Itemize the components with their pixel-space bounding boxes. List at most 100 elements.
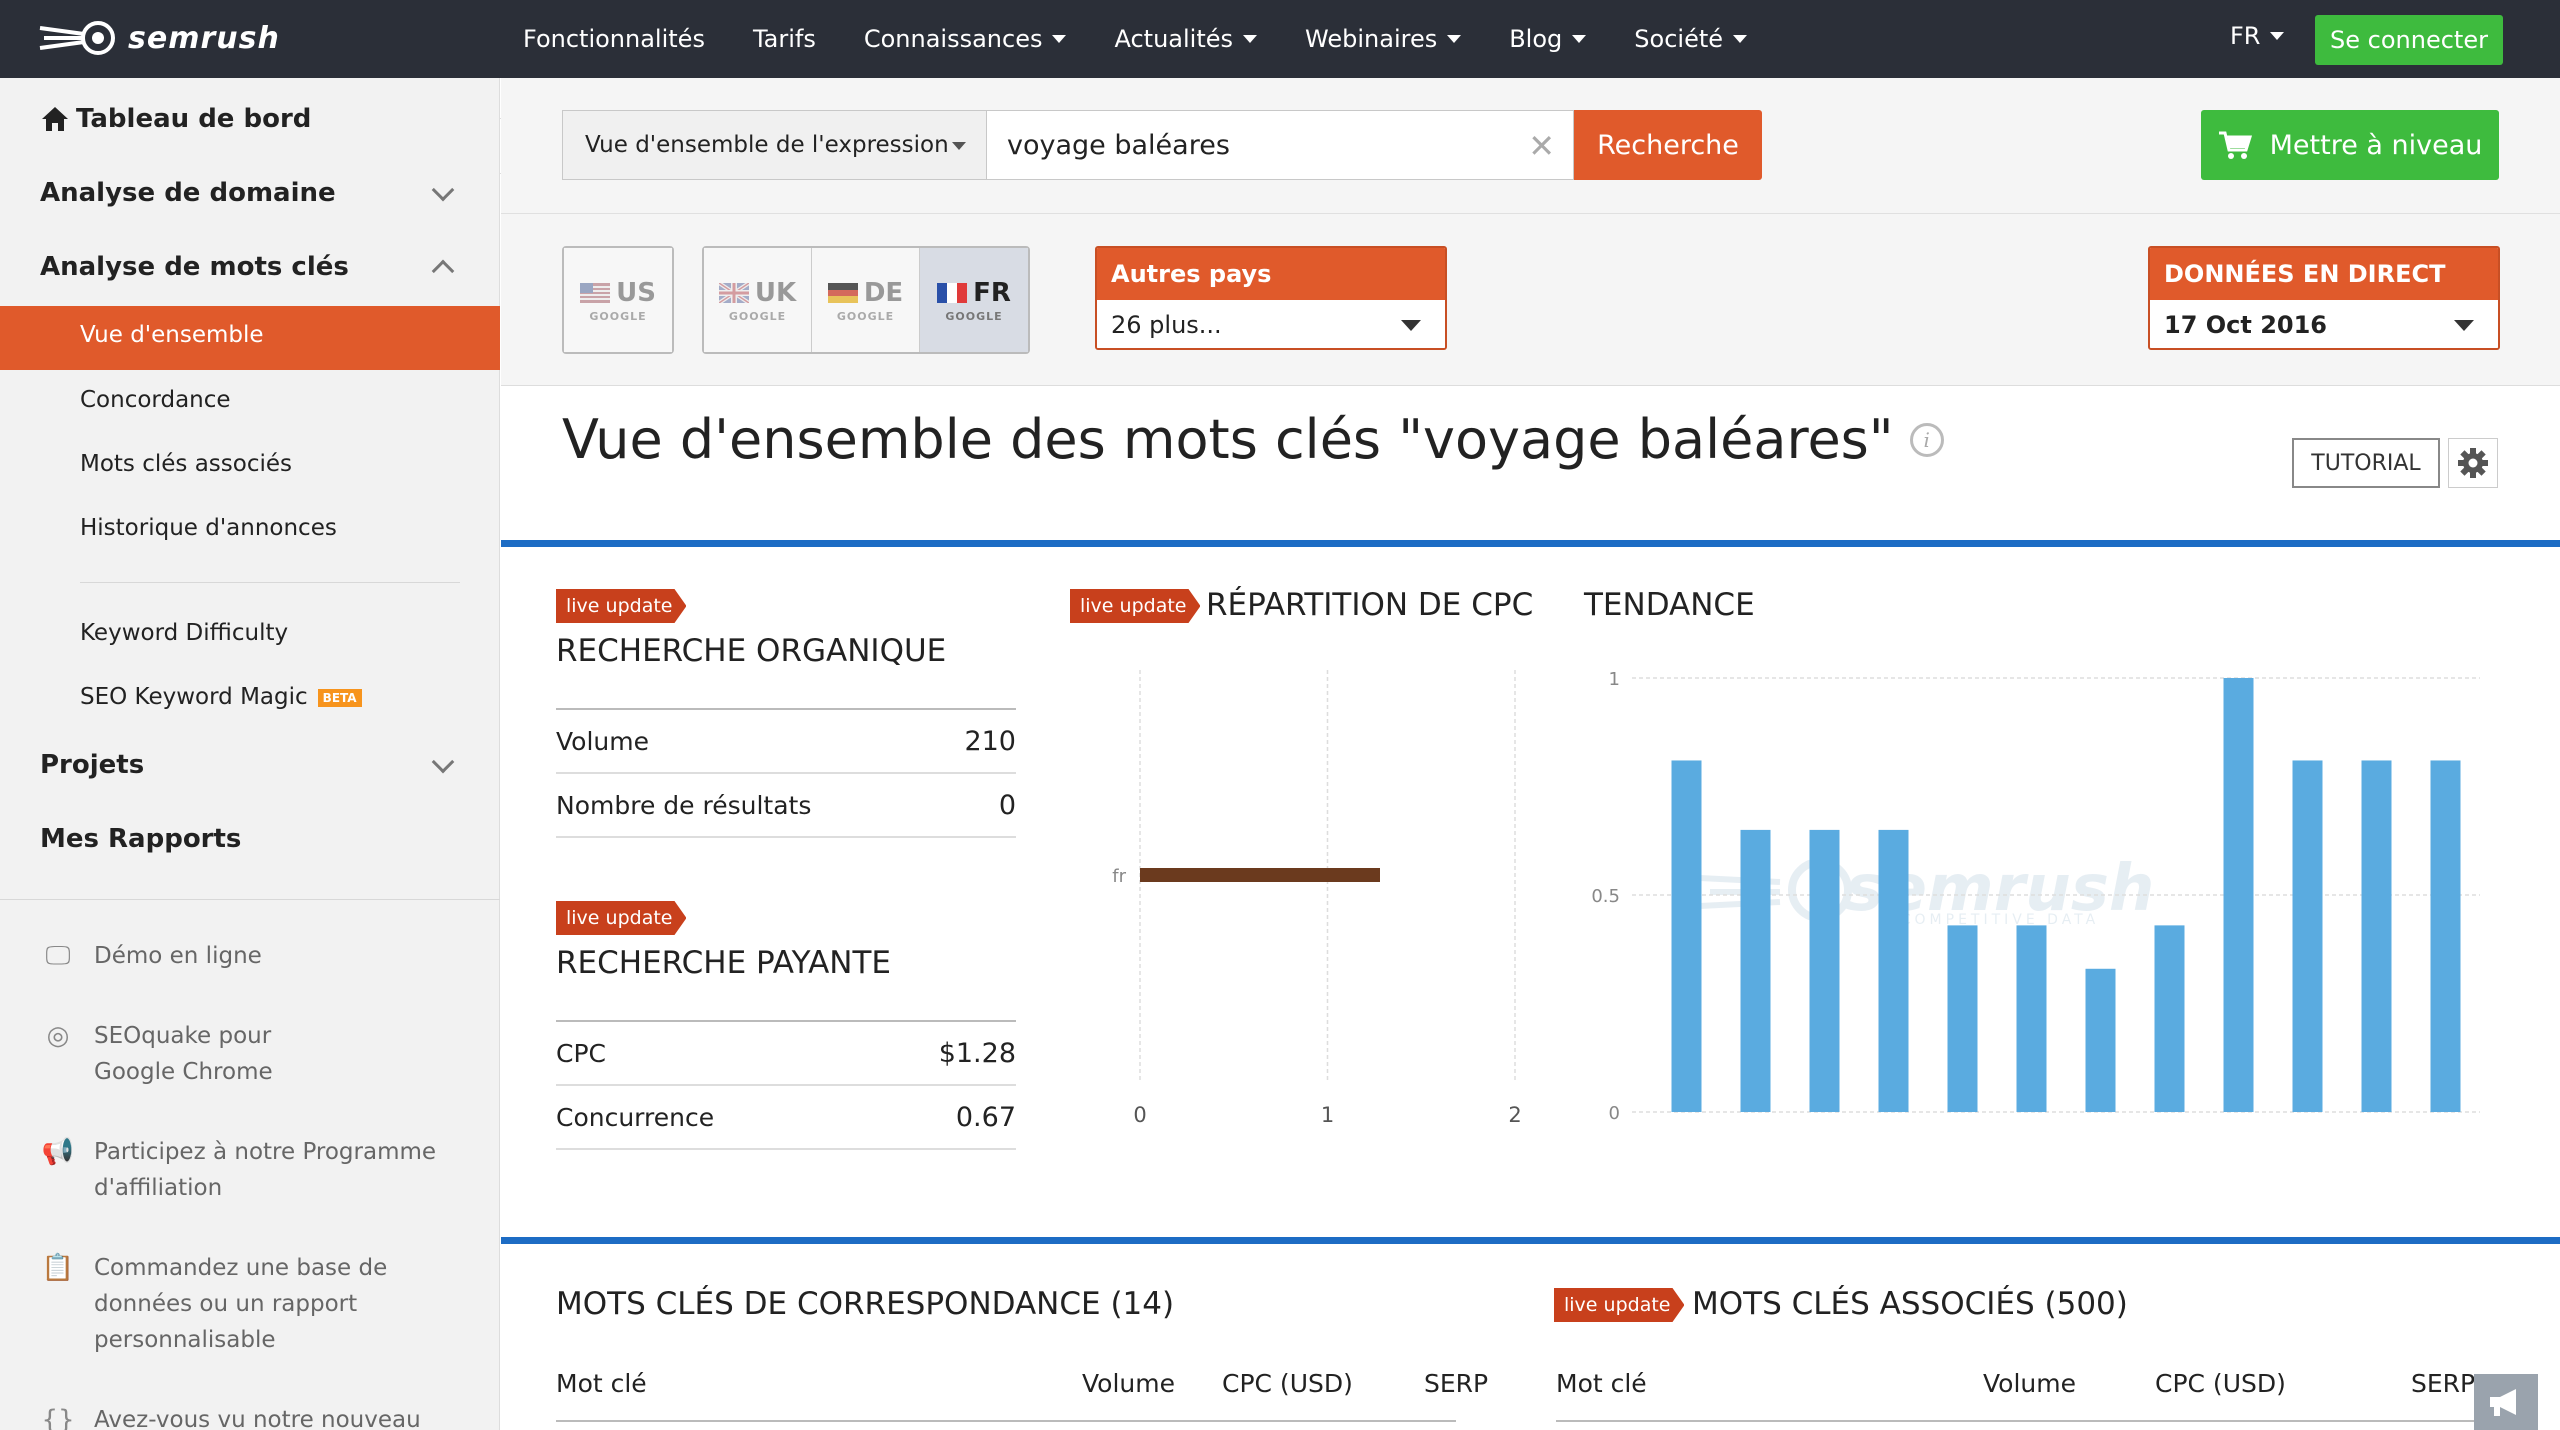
trend-bar	[2223, 678, 2254, 1112]
sidebar-item-ad-history[interactable]: Historique d'annonces	[80, 515, 337, 541]
sidebar-link-new[interactable]: {} Avez-vous vu notre nouveau	[40, 1402, 421, 1430]
sidebar-item-keyword-difficulty[interactable]: Keyword Difficulty	[80, 620, 288, 646]
database-engine: GOOGLE	[945, 309, 1003, 323]
trend-bar	[2430, 760, 2461, 1112]
chevron-down-icon	[2270, 32, 2285, 40]
sidebar-link-seoquake-text: SEOquake pour Google Chrome	[94, 1023, 273, 1085]
sidebar-item-dashboard[interactable]: Tableau de bord	[40, 104, 311, 134]
match-col-volume[interactable]: Volume	[1082, 1369, 1175, 1398]
organic-row-results: Nombre de résultats 0	[556, 774, 1016, 838]
related-col-volume[interactable]: Volume	[1983, 1369, 2076, 1398]
nav-item[interactable]: Connaissances	[864, 25, 1067, 53]
other-countries-dropdown[interactable]: Autres pays 26 plus...	[1095, 246, 1447, 350]
chevron-down-icon	[1447, 35, 1462, 43]
home-icon	[42, 107, 68, 131]
sidebar-link-custom-report-text: Commandez une base de données ou un rappo…	[94, 1255, 388, 1353]
paid-row-cpc: CPC $1.28	[556, 1022, 1016, 1086]
monitor-icon: 🖵	[45, 941, 71, 971]
trend-bar	[2154, 925, 2185, 1112]
info-icon[interactable]: i	[1909, 422, 1944, 457]
y-category-label: fr	[1112, 866, 1126, 887]
nav-item-label: Blog	[1509, 25, 1563, 53]
sidebar-label-keyword-analysis: Analyse de mots clés	[40, 252, 349, 282]
match-col-serp[interactable]: SERP	[1424, 1369, 1488, 1398]
other-countries-title: Autres pays	[1097, 248, 1445, 300]
chevron-down-icon	[1572, 35, 1587, 43]
nav-item[interactable]: Tarifs	[753, 25, 816, 53]
sidebar-item-overview[interactable]: Vue d'ensemble	[0, 306, 500, 370]
sidebar-item-keyword-magic[interactable]: SEO Keyword Magic BETA	[80, 684, 362, 710]
sidebar-link-seoquake[interactable]: ◎ SEOquake pour Google Chrome	[40, 1018, 273, 1090]
row-value: 0	[998, 789, 1016, 821]
trend-bar	[1740, 829, 1771, 1112]
related-col-serp[interactable]: SERP	[2411, 1369, 2475, 1398]
sidebar-label-dashboard: Tableau de bord	[76, 104, 312, 134]
database-de-button[interactable]: DE GOOGLE	[812, 248, 920, 352]
feedback-button[interactable]	[2474, 1374, 2538, 1430]
tutorial-button[interactable]: TUTORIAL	[2292, 438, 2440, 488]
search-button[interactable]: Recherche	[1574, 110, 1762, 180]
logo-text: semrush	[128, 20, 280, 56]
report-type-label: Vue d'ensemble de l'expression	[585, 132, 949, 158]
database-code: US	[616, 277, 656, 308]
database-code: FR	[973, 277, 1011, 308]
sidebar-link-affiliate[interactable]: 📢 Participez à notre Programme d'affiliat…	[40, 1134, 436, 1206]
sidebar-item-projects[interactable]: Projets	[40, 750, 144, 780]
login-button[interactable]: Se connecter	[2315, 15, 2503, 65]
fireball-icon	[39, 21, 115, 55]
report-type-select[interactable]: Vue d'ensemble de l'expression	[562, 110, 987, 180]
paid-title: RECHERCHE PAYANTE	[556, 945, 892, 981]
organic-title: RECHERCHE ORGANIQUE	[556, 633, 947, 669]
settings-button[interactable]	[2448, 438, 2498, 488]
sidebar-link-demo[interactable]: 🖵 Démo en ligne	[40, 938, 261, 974]
megaphone-icon	[2490, 1389, 2516, 1416]
sidebar-item-related-keywords[interactable]: Mots clés associés	[80, 451, 292, 477]
live-data-dropdown[interactable]: DONNÉES EN DIRECT 17 Oct 2016	[2148, 246, 2500, 350]
search-input[interactable]: voyage baléares ✕	[987, 110, 1574, 180]
sidebar-item-domain-analysis[interactable]: Analyse de domaine	[40, 178, 336, 208]
upgrade-label: Mettre à niveau	[2269, 129, 2483, 161]
chevron-down-icon	[952, 142, 966, 150]
sidebar-item-reports[interactable]: Mes Rapports	[40, 824, 241, 854]
upgrade-button[interactable]: Mettre à niveau	[2201, 110, 2499, 180]
sidebar-item-keyword-analysis[interactable]: Analyse de mots clés	[40, 252, 349, 282]
language-selector[interactable]: FR	[2230, 22, 2285, 50]
match-col-keyword[interactable]: Mot clé	[556, 1369, 647, 1398]
database-code: DE	[863, 277, 904, 308]
live-update-badge: live update	[1070, 589, 1200, 623]
organic-row-volume: Volume 210	[556, 710, 1016, 774]
sidebar-link-affiliate-text: Participez à notre Programme d'affiliatio…	[94, 1139, 437, 1201]
sidebar-link-custom-report[interactable]: 📋 Commandez une base de données ou un rap…	[40, 1250, 387, 1358]
sidebar-item-concordance[interactable]: Concordance	[80, 387, 231, 413]
sidebar-label-projects: Projets	[40, 750, 145, 780]
nav-item-label: Fonctionnalités	[523, 25, 705, 53]
trend-bar	[1809, 829, 1840, 1112]
match-keywords-title: MOTS CLÉS DE CORRESPONDANCE (14)	[556, 1286, 1175, 1322]
nav-item[interactable]: Société	[1634, 25, 1748, 53]
row-label: CPC	[556, 1038, 606, 1068]
nav-item[interactable]: Webinaires	[1305, 25, 1462, 53]
related-col-keyword[interactable]: Mot clé	[1556, 1369, 1647, 1398]
nav-item[interactable]: Actualités	[1114, 25, 1258, 53]
row-label: Nombre de résultats	[556, 790, 812, 820]
nav-item[interactable]: Fonctionnalités	[523, 25, 705, 53]
clear-icon[interactable]: ✕	[1528, 127, 1555, 165]
chevron-down-icon[interactable]	[431, 750, 455, 774]
sidebar-link-new-text: Avez-vous vu notre nouveau	[94, 1407, 421, 1430]
database-us-button[interactable]: US GOOGLE	[564, 248, 672, 352]
watermark-tagline: COMPETITIVE DATA	[1901, 912, 2099, 928]
match-col-cpc[interactable]: CPC (USD)	[1222, 1369, 1353, 1398]
semrush-logo[interactable]: semrush	[38, 20, 280, 56]
nav-item-label: Webinaires	[1305, 25, 1438, 53]
language-label: FR	[2230, 22, 2261, 50]
chevron-down-icon[interactable]	[431, 178, 455, 202]
row-label: Volume	[556, 726, 649, 756]
database-fr-button[interactable]: FR GOOGLE	[920, 248, 1028, 352]
trend-chart-title: TENDANCE	[1584, 587, 1755, 623]
x-tick-label: 2	[1508, 1103, 1521, 1127]
chevron-down-icon	[1733, 35, 1748, 43]
nav-item[interactable]: Blog	[1509, 25, 1587, 53]
chevron-up-icon[interactable]	[431, 259, 455, 283]
database-uk-button[interactable]: UK GOOGLE	[704, 248, 812, 352]
related-col-cpc[interactable]: CPC (USD)	[2155, 1369, 2286, 1398]
